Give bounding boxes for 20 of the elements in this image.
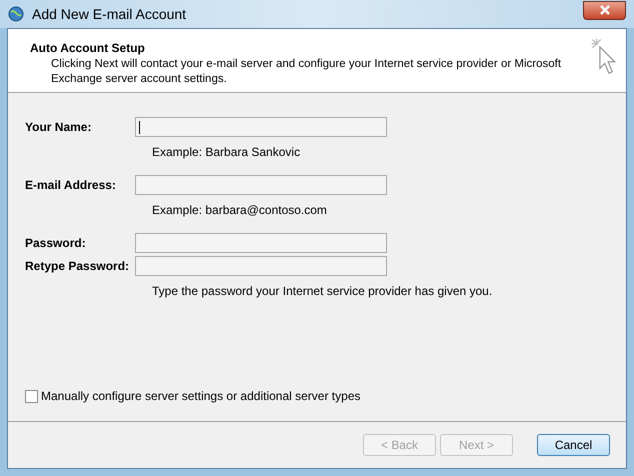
field-label: Password:: [25, 235, 87, 252]
input-field[interactable]: [135, 233, 387, 253]
checkbox-label: Manually configure server settings or additional server types: [41, 388, 360, 405]
input-field[interactable]: [135, 256, 387, 276]
field-hint: Example: barbara@contoso.com: [151, 202, 328, 219]
dialog-button[interactable]: Cancel: [537, 434, 610, 456]
field-label: Your Name:: [25, 119, 92, 136]
field-label: Retype Password:: [25, 258, 130, 275]
globe-icon: [8, 6, 24, 22]
close-icon: [600, 5, 610, 15]
checkbox[interactable]: [25, 390, 38, 402]
close-button[interactable]: [583, 0, 626, 20]
field-label: E-mail Address:: [25, 177, 117, 194]
header-description: Clicking Next will contact your e-mail server and configure your Internet service provider or Microsoft Exchange server account settings.: [50, 57, 562, 87]
window-title: Add New E-mail Account: [32, 4, 186, 24]
input-field[interactable]: [135, 117, 387, 137]
field-hint: Example: Barbara Sankovic: [151, 144, 302, 161]
field-hint: Type the password your Internet service provider has given you.: [151, 283, 494, 300]
header-title: Auto Account Setup: [30, 40, 146, 57]
input-field[interactable]: [135, 175, 387, 195]
